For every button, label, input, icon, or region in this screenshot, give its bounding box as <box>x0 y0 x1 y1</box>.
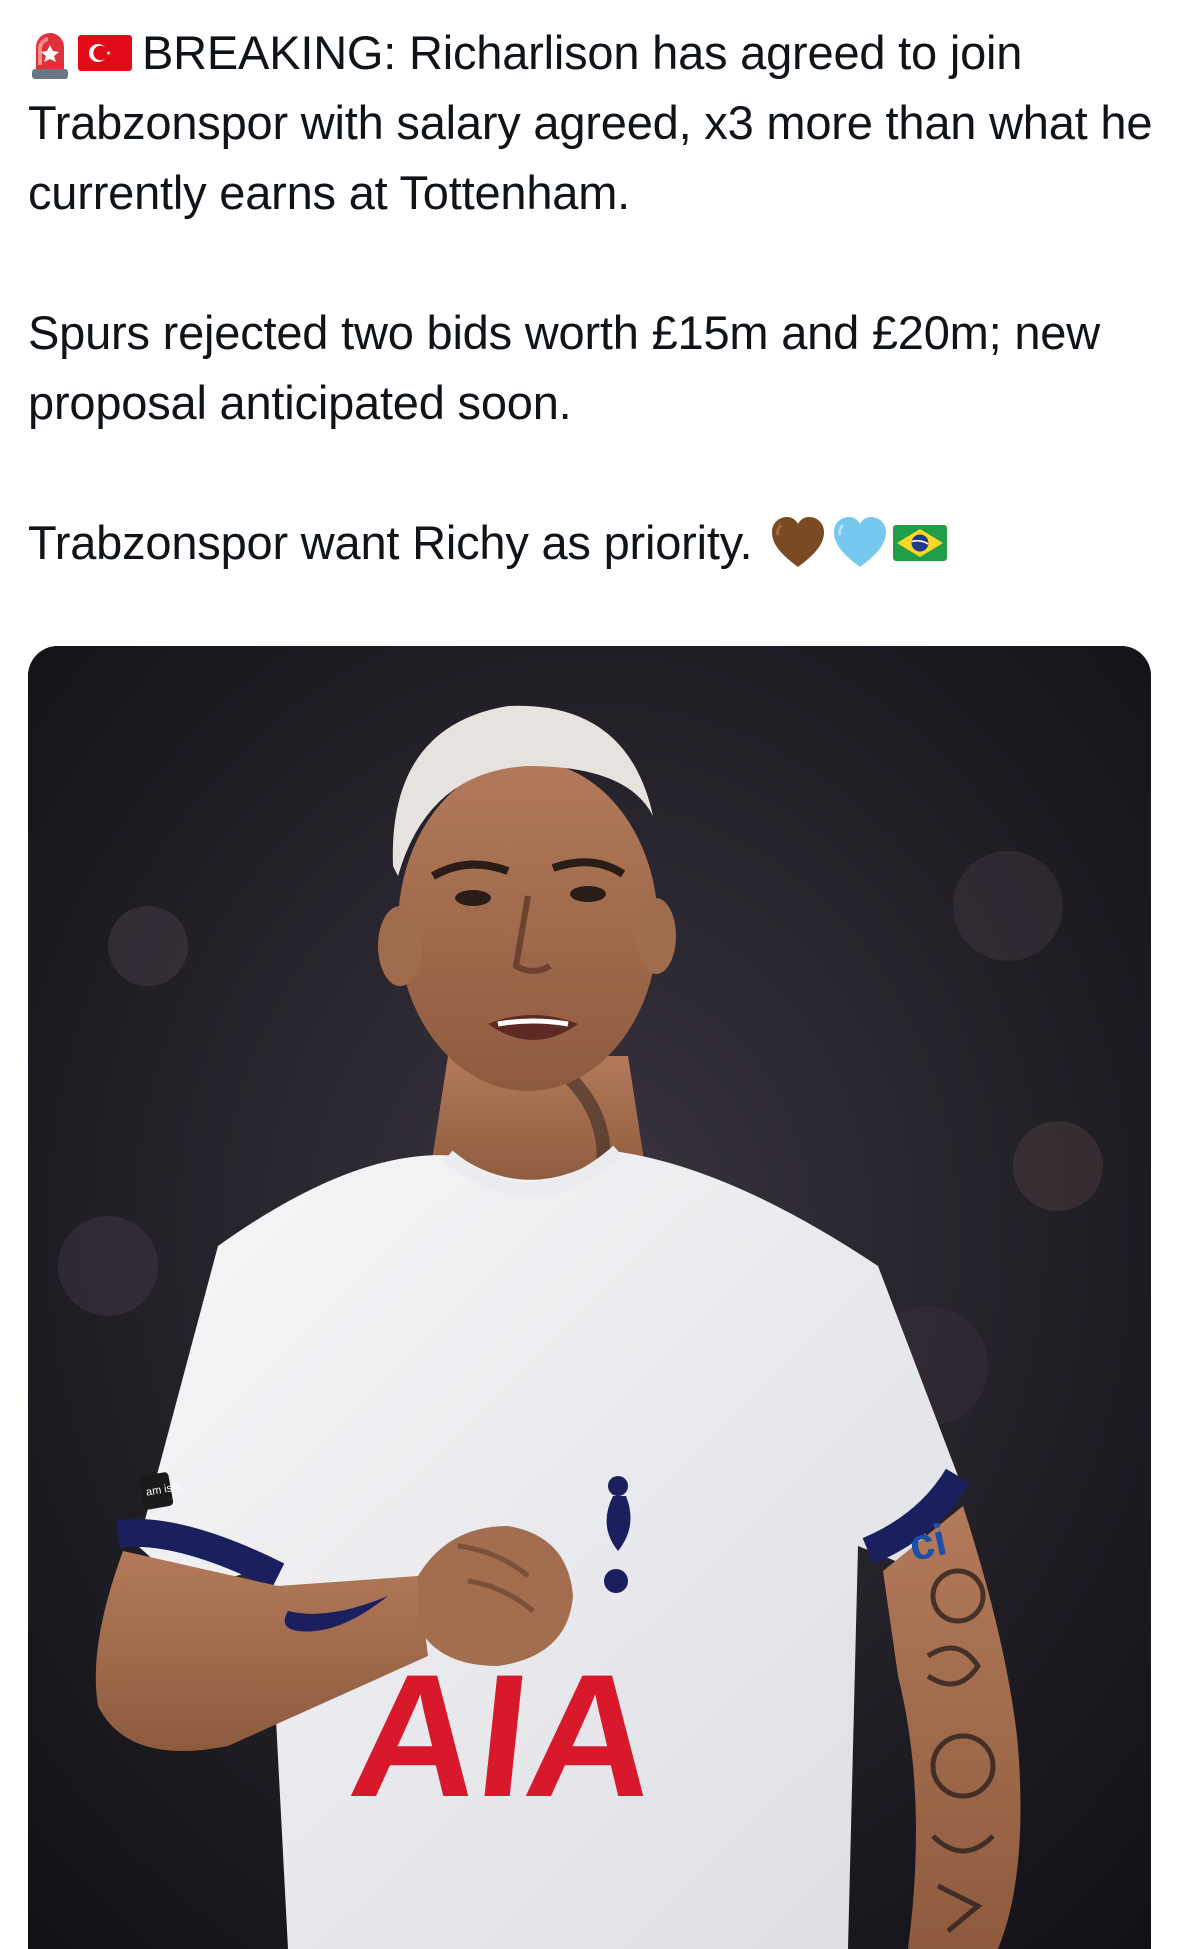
player-photo: AIA ci am ism <box>28 646 1151 1949</box>
tweet-line-breaking: BREAKING: Richarlison has agreed to join… <box>28 26 1153 219</box>
tweet-paragraph-2: Spurs rejected two bids worth £15m and £… <box>28 298 1158 438</box>
tweet-line-bids: Spurs rejected two bids worth £15m and £… <box>28 306 1100 429</box>
tweet-paragraph-3: Trabzonspor want Richy as priority. <box>28 508 1158 578</box>
brazil-flag-icon <box>893 524 948 561</box>
tweet-text: BREAKING: Richarlison has agreed to join… <box>28 18 1158 578</box>
shirt-sponsor: AIA <box>342 1638 664 1833</box>
rotating-light-icon <box>32 32 68 79</box>
light-blue-heart-icon <box>834 516 887 567</box>
brown-heart-icon <box>772 516 825 567</box>
tweet-line-priority: Trabzonspor want Richy as priority. <box>28 516 753 569</box>
tweet-paragraph-1: BREAKING: Richarlison has agreed to join… <box>28 18 1158 228</box>
turkey-flag-icon <box>78 34 132 71</box>
tweet-media-photo[interactable]: AIA ci am ism <box>28 646 1151 1949</box>
